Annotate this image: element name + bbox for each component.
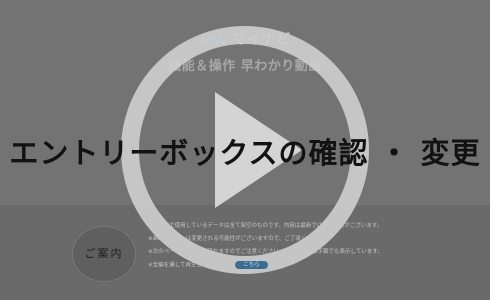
guide-badge: ご案内 — [72, 226, 136, 282]
notes-block: ※動画内で使用しているデータは全て架空のものです。内容は最新ではない場合がござい… — [148, 222, 478, 270]
guide-label: ご案内 — [84, 247, 124, 260]
video-title: エントリーボックスの確認 ・ 変更 — [9, 136, 481, 170]
note-line: ※次のページから音声が流れますのでご注意ください。音声の内容は字幕でも表示してい… — [148, 249, 383, 255]
note-line: ※画面デザインは変更される可能性がございますので、ご了承ください。 — [148, 236, 329, 242]
note-line: ※動画内で使用しているデータは全て架空のものです。内容は最新ではない場合がござい… — [148, 223, 383, 229]
note-line-last: ※全編を通して再生したい場合は こちら — [148, 261, 478, 270]
video-thumbnail[interactable]: マイナビ 機能＆操作 早わかり動画 エントリーボックスの確認 ・ 変更 ご案内 … — [0, 0, 490, 300]
full-playback-link[interactable]: こちら — [235, 261, 268, 269]
note-last-text: ※全編を通して再生したい場合は — [148, 262, 230, 269]
